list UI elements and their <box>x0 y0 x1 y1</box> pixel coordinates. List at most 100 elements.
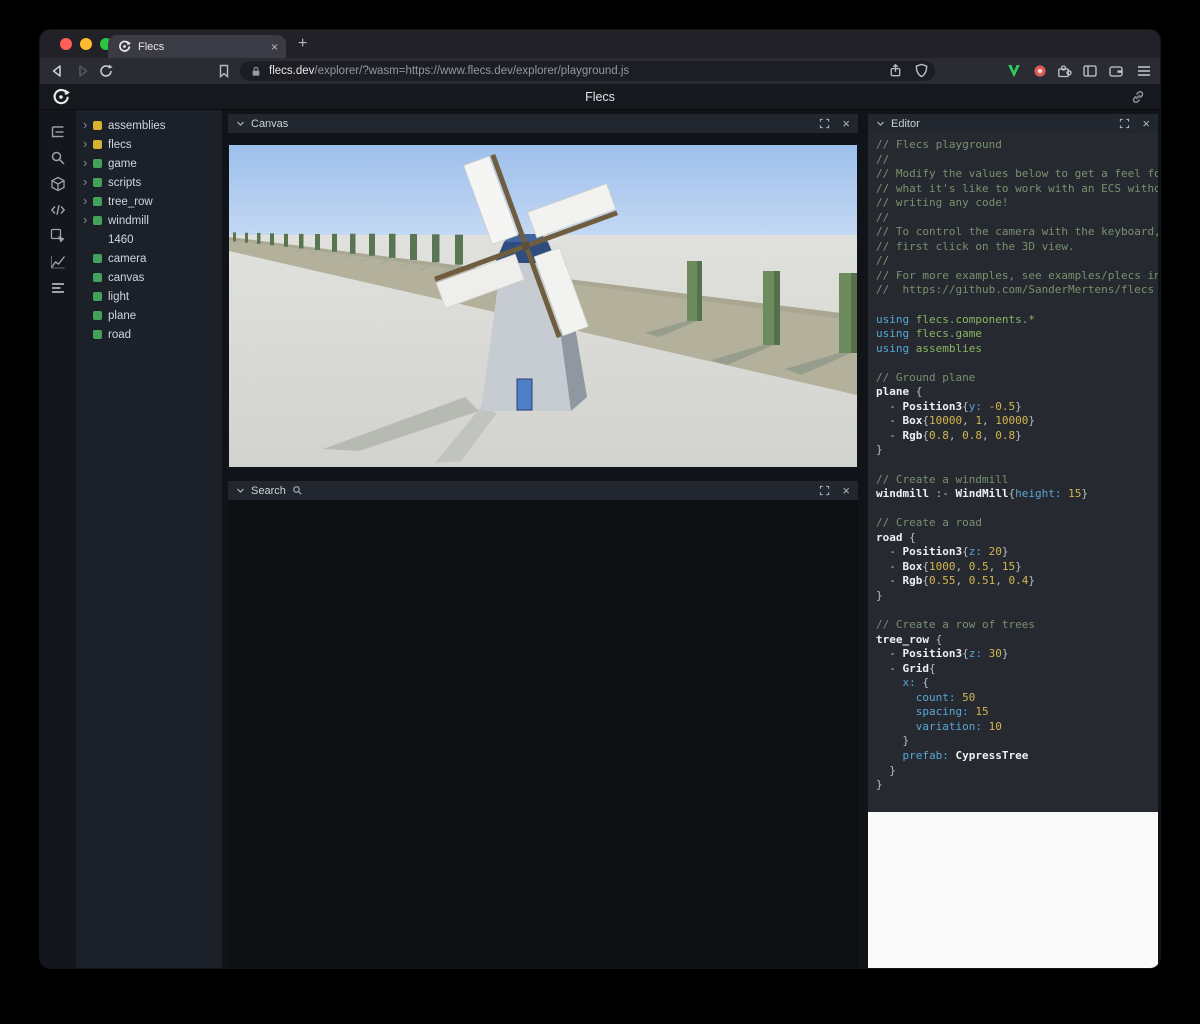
browser-tab[interactable]: Flecs × <box>108 35 286 58</box>
app-header: Flecs <box>40 84 1160 110</box>
code-line: // https://github.com/SanderMertens/flec… <box>876 283 1155 297</box>
entity-color-square <box>93 273 102 282</box>
tab-title: Flecs <box>138 40 165 53</box>
tree-item-label: flecs <box>108 138 132 151</box>
tree-item[interactable]: ›1460 <box>76 230 222 249</box>
entity-color-square <box>93 178 102 187</box>
canvas-panel-title: Canvas <box>251 117 289 130</box>
expand-icon[interactable] <box>1119 118 1130 129</box>
tree-item[interactable]: › tree_row <box>76 192 222 211</box>
tree-item-label: scripts <box>108 176 142 189</box>
page-title: Flecs <box>585 90 615 104</box>
chevron-right-icon[interactable]: › <box>83 213 93 226</box>
chevron-down-icon[interactable] <box>236 120 245 127</box>
entity-color-square <box>93 330 102 339</box>
link-icon[interactable] <box>1130 89 1146 105</box>
url-bar[interactable]: flecs.dev /explorer/?wasm=https://www.fl… <box>240 61 935 81</box>
code-line: // Create a road <box>876 516 982 530</box>
extension-v-icon[interactable] <box>1006 63 1022 79</box>
chevron-right-icon[interactable]: › <box>83 137 93 150</box>
entities-cube-icon[interactable] <box>50 176 66 192</box>
code-line: - Grid{ <box>876 661 936 675</box>
tree-item-label: camera <box>108 252 147 265</box>
editor-empty-area <box>868 812 1158 968</box>
chevron-down-icon[interactable] <box>236 487 245 494</box>
close-window-button[interactable] <box>60 38 72 50</box>
menu-hamburger-icon[interactable] <box>1136 63 1152 79</box>
entity-color-square <box>93 292 102 301</box>
chevron-right-icon[interactable]: › <box>83 175 93 188</box>
app-content: › assemblies › flecs › game › scripts › tree_row ›… <box>40 110 1160 968</box>
tree-item[interactable]: › windmill <box>76 211 222 230</box>
editor-code[interactable]: // Flecs playground//// Modify the value… <box>868 133 1158 812</box>
forward-icon[interactable] <box>74 63 90 79</box>
code-line: } <box>876 763 896 777</box>
browser-toolbar: flecs.dev /explorer/?wasm=https://www.fl… <box>40 58 1160 84</box>
expand-icon[interactable] <box>819 485 830 496</box>
code-line: using assemblies <box>876 341 982 355</box>
share-icon[interactable] <box>888 63 904 79</box>
tree-item[interactable]: › flecs <box>76 135 222 154</box>
code-line: - Position3{z: 20} <box>876 545 1009 559</box>
entity-tree: › assemblies › flecs › game › scripts › tree_row ›… <box>76 110 222 968</box>
search-panel-header[interactable]: Search × <box>228 481 858 500</box>
tree-item[interactable]: › game <box>76 154 222 173</box>
back-icon[interactable] <box>50 63 66 79</box>
brave-shield-icon[interactable] <box>914 63 930 79</box>
wallet-icon[interactable] <box>1108 63 1124 79</box>
code-line: } <box>876 734 910 748</box>
main-area: Canvas × Search × Editor × // Flecs play… <box>222 110 1160 968</box>
editor-panel-header[interactable]: Editor × <box>868 114 1158 133</box>
close-icon[interactable]: × <box>842 484 850 497</box>
code-line: spacing: 15 <box>915 705 989 719</box>
close-icon[interactable]: × <box>842 117 850 130</box>
tree-item[interactable]: › scripts <box>76 173 222 192</box>
chevron-right-icon[interactable]: › <box>83 156 93 169</box>
code-icon[interactable] <box>50 202 66 218</box>
tree-item-label: windmill <box>108 214 149 227</box>
canvas-panel-header[interactable]: Canvas × <box>228 114 858 133</box>
search-icon[interactable] <box>50 150 66 166</box>
bookmark-icon[interactable] <box>216 63 232 79</box>
search-results-area[interactable] <box>228 500 858 968</box>
tree-item[interactable]: ›plane <box>76 306 222 325</box>
inspect-cursor-icon[interactable] <box>50 228 66 244</box>
outline-tree-icon[interactable] <box>50 124 66 140</box>
code-line: } <box>876 778 883 792</box>
code-line: using flecs.game <box>876 327 982 341</box>
tree-item[interactable]: ›canvas <box>76 268 222 287</box>
canvas-3d-view[interactable] <box>229 145 857 467</box>
chevron-right-icon[interactable]: › <box>83 118 93 131</box>
code-line: // To control the camera with the keyboa… <box>876 225 1158 239</box>
code-line: // Create a row of trees <box>876 618 1035 632</box>
chevron-right-icon[interactable]: › <box>83 194 93 207</box>
reload-icon[interactable] <box>98 63 114 79</box>
code-line: - Rgb{0.8, 0.8, 0.8} <box>876 428 1022 442</box>
sidebar-toggle-icon[interactable] <box>1082 63 1098 79</box>
chart-line-icon[interactable] <box>50 254 66 270</box>
code-line: // Create a windmill <box>876 472 1009 486</box>
code-line: count: 50 <box>915 690 976 704</box>
stats-bars-icon[interactable] <box>50 280 66 296</box>
minimize-window-button[interactable] <box>80 38 92 50</box>
close-icon[interactable]: × <box>1142 117 1150 130</box>
tree-item[interactable]: ›light <box>76 287 222 306</box>
tree-item[interactable]: ›road <box>76 325 222 344</box>
icon-rail <box>40 110 76 968</box>
expand-icon[interactable] <box>819 118 830 129</box>
chevron-down-icon[interactable] <box>876 120 885 127</box>
tree-item[interactable]: › assemblies <box>76 116 222 135</box>
tree-item[interactable]: ›camera <box>76 249 222 268</box>
code-line: // <box>876 152 890 166</box>
new-tab-button[interactable]: + <box>298 34 307 54</box>
tab-close-icon[interactable]: × <box>271 41 278 53</box>
browser-window: Flecs × + flecs.dev /explorer/?wasm=http… <box>40 30 1160 968</box>
extensions-puzzle-icon[interactable] <box>1056 63 1072 79</box>
extension-dot-icon[interactable] <box>1032 63 1048 79</box>
search-panel-title: Search <box>251 484 286 497</box>
url-path: /explorer/?wasm=https://www.flecs.dev/ex… <box>314 65 630 77</box>
code-line: // <box>876 210 890 224</box>
code-line: // <box>876 254 890 268</box>
